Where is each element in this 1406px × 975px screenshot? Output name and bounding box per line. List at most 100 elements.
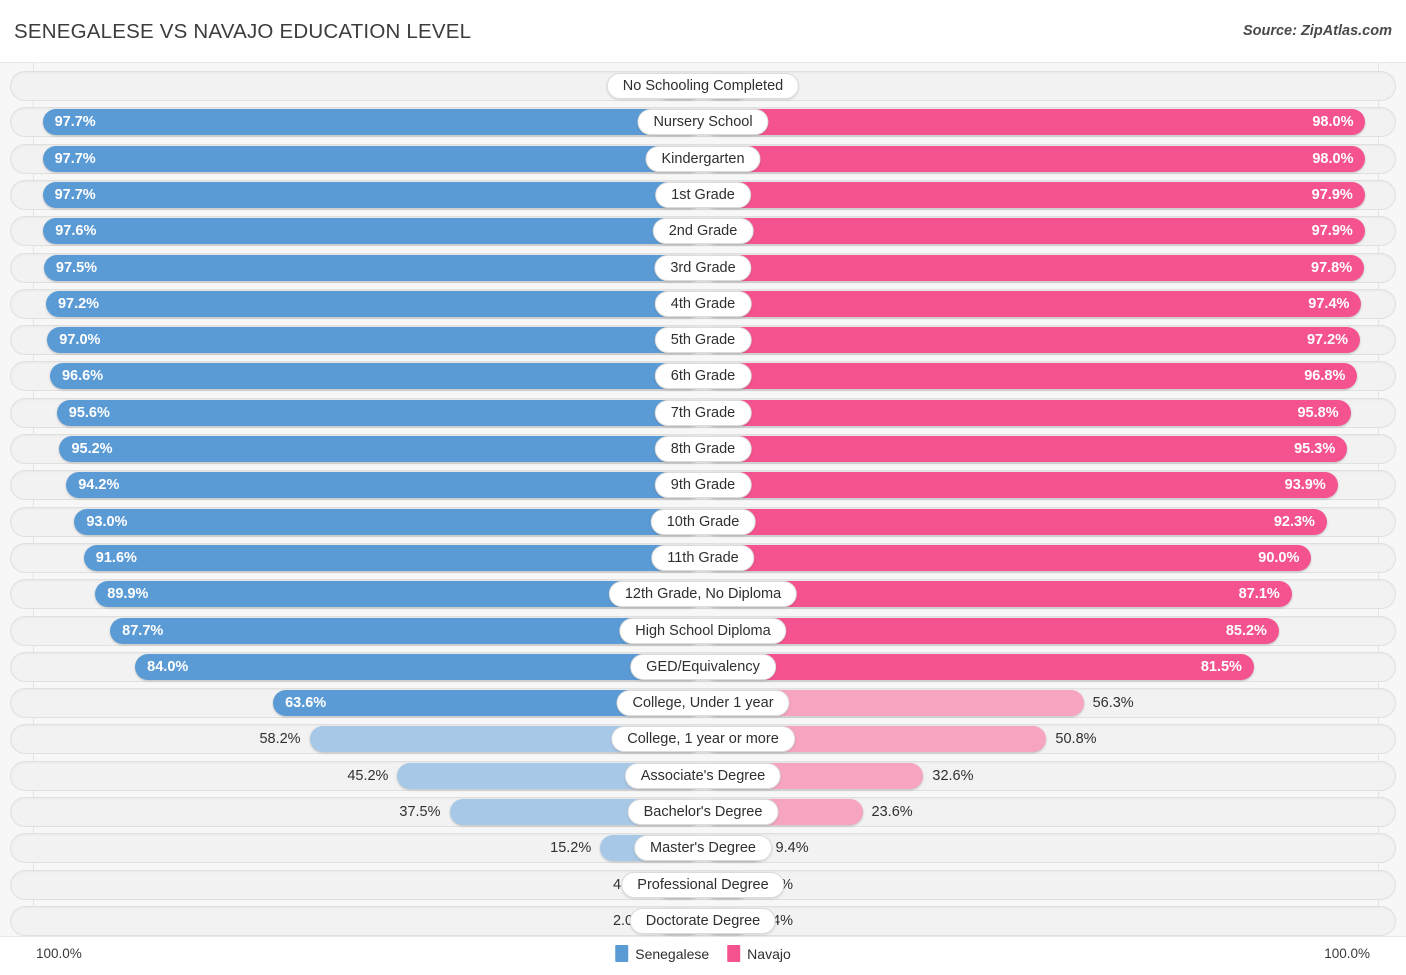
table-row: 94.2% 93.9% 9th Grade [10,470,1396,501]
bar-value-label: 97.6% [55,223,97,240]
bar-value-label: 84.0% [147,658,189,675]
row-inner: 97.2% 97.4% 4th Grade [11,290,1395,318]
row-inner: 95.6% 95.8% 7th Grade [11,399,1395,427]
bar-rows-container: 2.3%2.1%No Schooling Completed 97.7% 98.0%… [0,63,1406,936]
table-row: 45.2% 32.6% Associate's Degree [10,760,1396,791]
bar-senegalese: 84.0% [135,653,703,680]
category-label: 10th Grade [650,508,756,535]
bar-navajo: 81.5% [703,653,1254,680]
chart-page: SENEGALESE VS NAVAJO EDUCATION LEVEL Sou… [0,0,1406,975]
bar-value-label: 9.4% [775,840,809,857]
legend-item-senegalese[interactable]: Senegalese [615,945,709,962]
bar-navajo: 90.0% [703,544,1312,571]
category-label: 9th Grade [654,472,752,499]
bar-navajo: 98.0% [703,145,1366,172]
table-row: 2.0%1.4%Doctorate Degree [10,905,1396,936]
bar-value-label: 97.7% [54,114,96,131]
table-row: 4.6%2.9%Professional Degree [10,869,1396,900]
chart-legend: Senegalese Navajo [615,945,791,962]
row-inner: 96.6% 96.8% 6th Grade [11,362,1395,390]
table-row: 97.7% 98.0% Kindergarten [10,143,1396,174]
category-label: Master's Degree [634,835,772,862]
category-label: 1st Grade [655,181,751,208]
legend-label: Senegalese [635,945,710,962]
bar-value-label: 50.8% [1055,731,1097,748]
category-label: Professional Degree [621,871,785,898]
table-row: 58.2% 50.8% College, 1 year or more [10,724,1396,755]
category-label: 8th Grade [654,436,752,462]
table-row: 95.2% 95.3% 8th Grade [10,434,1396,464]
category-label: Associate's Degree [624,762,782,789]
category-label: 4th Grade [654,290,752,317]
category-label: GED/Equivalency [630,653,776,680]
bar-navajo: 97.2% [703,327,1361,354]
row-inner: 4.6%2.9%Professional Degree [11,871,1395,899]
bar-value-label: 91.6% [95,549,137,566]
bar-value-label: 93.0% [86,513,128,530]
row-inner: 63.6% 56.3% College, Under 1 year [11,689,1395,717]
bar-senegalese: 97.0% [47,327,703,354]
bar-navajo: 85.2% [703,617,1279,644]
bar-senegalese: 97.7% [42,145,703,172]
bar-navajo: 97.8% [703,254,1365,281]
bar-value-label: 56.3% [1092,695,1134,712]
table-row: 89.9% 87.1% 12th Grade, No Diploma [10,579,1396,610]
row-inner: 58.2% 50.8% College, 1 year or more [11,725,1395,753]
legend-swatch-icon [727,945,741,962]
bar-value-label: 97.9% [1311,223,1353,240]
row-inner: 94.2% 93.9% 9th Grade [11,471,1395,499]
bar-value-label: 96.8% [1304,368,1346,385]
category-label: No Schooling Completed [606,73,800,99]
category-label: 2nd Grade [652,218,754,245]
legend-item-navajo[interactable]: Navajo [727,945,791,962]
row-inner: 2.0%1.4%Doctorate Degree [11,907,1395,935]
bar-value-label: 94.2% [78,477,120,494]
category-label: 12th Grade, No Diploma [608,581,798,608]
bar-senegalese: 95.6% [56,399,703,426]
table-row: 97.0% 97.2% 5th Grade [10,325,1396,356]
page-title: SENEGALESE VS NAVAJO EDUCATION LEVEL [14,20,472,43]
bar-senegalese: 97.7% [42,109,703,136]
bar-value-label: 97.4% [1308,295,1350,312]
table-row: 84.0% 81.5% GED/Equivalency [10,651,1396,682]
bar-value-label: 98.0% [1312,114,1354,131]
table-row: 87.7% 85.2% High School Diploma [10,615,1396,646]
table-row: 97.5% 97.8% 3rd Grade [10,252,1396,283]
bar-navajo: 96.8% [703,363,1358,390]
bar-value-label: 95.2% [71,441,113,457]
table-row: 91.6% 90.0% 11th Grade [10,542,1396,573]
bar-navajo: 95.3% [703,436,1348,462]
bar-navajo: 97.4% [703,290,1362,317]
bar-value-label: 32.6% [932,767,974,784]
chart-footer: 100.0% Senegalese Navajo 100.0% [0,937,1406,975]
category-label: 3rd Grade [654,254,752,281]
category-label: High School Diploma [619,617,787,644]
bar-value-label: 85.2% [1225,622,1267,639]
row-inner: 15.2% 9.4% Master's Degree [11,834,1395,862]
table-row: 95.6% 95.8% 7th Grade [10,397,1396,428]
bar-value-label: 87.7% [122,622,164,639]
row-inner: 2.3%2.1%No Schooling Completed [11,72,1395,100]
table-row: 97.6% 97.9% 2nd Grade [10,216,1396,247]
bar-value-label: 95.8% [1297,404,1339,421]
bar-value-label: 37.5% [399,804,441,820]
bar-value-label: 92.3% [1273,513,1315,530]
row-inner: 97.7% 97.9% 1st Grade [11,181,1395,209]
row-inner: 89.9% 87.1% 12th Grade, No Diploma [11,580,1395,608]
bar-value-label: 58.2% [259,731,301,748]
bar-navajo: 97.9% [703,218,1365,245]
table-row: 93.0% 92.3% 10th Grade [10,506,1396,537]
bar-value-label: 23.6% [871,804,913,820]
bar-value-label: 97.2% [57,295,100,312]
legend-label: Navajo [747,945,791,962]
table-row: 97.7% 97.9% 1st Grade [10,179,1396,210]
bar-senegalese: 95.2% [59,436,703,462]
bar-value-label: 97.0% [59,332,101,349]
table-row: 37.5% 23.6% Bachelor's Degree [10,797,1396,827]
bar-navajo: 95.8% [703,399,1351,426]
row-inner: 97.0% 97.2% 5th Grade [11,326,1395,354]
bar-navajo: 92.3% [703,508,1327,535]
axis-max-right: 100.0% [1324,946,1370,961]
bar-value-label: 97.8% [1311,259,1353,276]
bar-value-label: 15.2% [550,840,592,857]
